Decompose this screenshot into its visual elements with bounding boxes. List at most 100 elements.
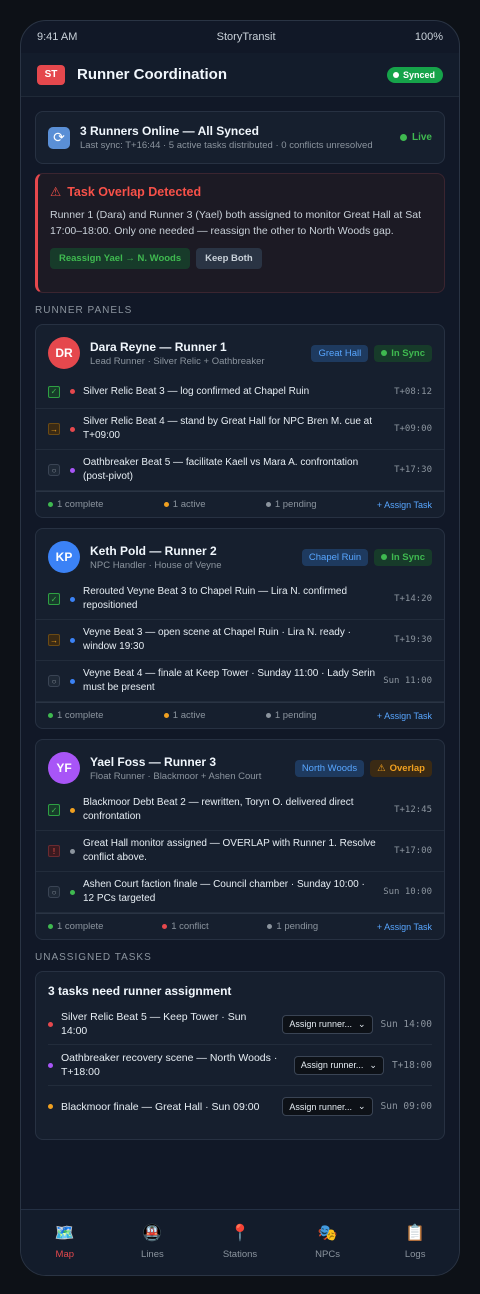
task-color-dot bbox=[48, 1104, 53, 1109]
stat-label: 1 active bbox=[172, 499, 206, 510]
task-row[interactable]: → Veyne Beat 3 — open scene at Chapel Rui… bbox=[36, 620, 444, 661]
runner-header: DR Dara Reyne — Runner 1 Lead Runner · Sil… bbox=[36, 325, 444, 375]
assign-task-link[interactable]: + Assign Task bbox=[377, 711, 432, 721]
runner-card: KP Keth Pold — Runner 2 NPC Handler · Hous… bbox=[35, 528, 445, 729]
status-carrier: StoryTransit bbox=[216, 31, 276, 43]
task-time: Sun 14:00 bbox=[380, 1018, 432, 1030]
nav-label: Logs bbox=[404, 1249, 426, 1260]
task-time: Sun 09:00 bbox=[380, 1101, 432, 1112]
pin-icon: 📍 bbox=[230, 1225, 250, 1242]
reassign-button[interactable]: Reassign Yael → N. Woods bbox=[50, 248, 191, 269]
stat-dot bbox=[163, 713, 169, 718]
task-row[interactable]: ○ Oathbreaker Beat 5 — facilitate Kaell v… bbox=[36, 450, 444, 491]
stat-dot bbox=[48, 502, 53, 507]
stat-label: 1 pending bbox=[274, 499, 317, 510]
status-badge-label: In Sync bbox=[391, 347, 425, 359]
arrow-right-icon[interactable]: → bbox=[48, 634, 60, 646]
task-time: T+17:30 bbox=[394, 465, 432, 475]
stat-label: 1 complete bbox=[57, 710, 104, 721]
location-badge[interactable]: North Woods bbox=[294, 759, 365, 777]
arrow-right-icon[interactable]: → bbox=[48, 423, 60, 435]
unassigned-heading: UNASSIGNED TASKS bbox=[35, 952, 152, 963]
task-text: Veyne Beat 4 — finale at Keep Tower · Su… bbox=[83, 668, 376, 693]
task-row[interactable]: → Silver Relic Beat 4 — stand by Great Ha… bbox=[36, 409, 444, 450]
status-badge: ⚠ Overlap bbox=[370, 759, 432, 777]
task-row[interactable]: ✓ Rerouted Veyne Beat 3 to Chapel Ruin — … bbox=[36, 579, 444, 620]
stat-c: 1 pending bbox=[267, 921, 318, 932]
assign-runner-select[interactable]: Assign runner... ⌄ bbox=[282, 1014, 373, 1034]
task-color-dot bbox=[70, 426, 75, 432]
sync-dot-icon bbox=[381, 350, 388, 356]
list-item: Blackmoor finale — Great Hall · Sun 09:0… bbox=[48, 1086, 432, 1127]
assign-runner-select[interactable]: Assign runner... ⌄ bbox=[282, 1097, 373, 1116]
task-text: Ashen Court faction finale — Council cha… bbox=[83, 879, 365, 904]
runner-role: Float Runner · Blackmoor + Ashen Court bbox=[90, 770, 262, 782]
alert-title: ⚠ Task Overlap Detected bbox=[50, 184, 432, 200]
nav-lines[interactable]: 🚇 Lines bbox=[109, 1210, 197, 1275]
warning-icon: ⚠ bbox=[50, 185, 62, 199]
checkmark-icon[interactable]: ✓ bbox=[48, 385, 60, 398]
runner-info: Yael Foss — Runner 3 Float Runner · Black… bbox=[90, 755, 295, 782]
keep-both-button[interactable]: Keep Both bbox=[196, 248, 262, 269]
nav-npcs[interactable]: 🎭 NPCs bbox=[284, 1210, 372, 1275]
status-bar: 9:41 AM StoryTransit 100% bbox=[21, 21, 459, 53]
circle-icon[interactable]: ○ bbox=[48, 675, 60, 687]
nav-stations[interactable]: 📍 Stations bbox=[196, 1210, 284, 1275]
stat-dot bbox=[162, 924, 168, 929]
map-icon: 🗺️ bbox=[54, 1225, 75, 1242]
task-text: Rerouted Veyne Beat 3 to Chapel Ruin — L… bbox=[83, 586, 348, 611]
mask-icon: 🎭 bbox=[317, 1225, 338, 1242]
stat-c: 1 pending bbox=[265, 710, 317, 721]
stat-dot bbox=[163, 502, 169, 507]
runner-header: YF Yael Foss — Runner 3 Float Runner · Bla… bbox=[36, 740, 444, 790]
runner-card: YF Yael Foss — Runner 3 Float Runner · Bla… bbox=[35, 739, 445, 940]
runner-name: Keth Pold — Runner 2 bbox=[90, 543, 217, 558]
task-row[interactable]: ○ Ashen Court faction finale — Council ch… bbox=[36, 872, 444, 913]
assign-runner-select[interactable]: Assign runner... ⌄ bbox=[293, 1055, 384, 1075]
checkmark-icon[interactable]: ✓ bbox=[48, 593, 60, 605]
assign-task-link[interactable]: + Assign Task bbox=[377, 500, 432, 510]
runner-name: Yael Foss — Runner 3 bbox=[90, 754, 217, 769]
runner-list: DR Dara Reyne — Runner 1 Lead Runner · Sil… bbox=[35, 324, 445, 940]
stat-label: 1 pending bbox=[274, 710, 317, 721]
task-row[interactable]: ! Great Hall monitor assigned — OVERLAP w… bbox=[36, 831, 444, 872]
stat-label: 1 active bbox=[172, 710, 206, 721]
unassigned-title: 3 tasks need runner assignment bbox=[48, 984, 232, 998]
task-row[interactable]: ○ Veyne Beat 4 — finale at Keep Tower · S… bbox=[36, 661, 444, 702]
exclamation-icon[interactable]: ! bbox=[48, 845, 60, 857]
stat-b: 1 conflict bbox=[162, 921, 209, 932]
status-badge: In Sync bbox=[374, 548, 432, 566]
task-row[interactable]: ✓ Silver Relic Beat 3 — log confirmed at … bbox=[36, 375, 444, 409]
stat-dot bbox=[265, 502, 271, 507]
stat-a: 1 complete bbox=[48, 710, 103, 721]
circle-icon[interactable]: ○ bbox=[48, 886, 60, 898]
task-time: T+17:00 bbox=[394, 846, 432, 856]
nav-logs[interactable]: 📋 Logs bbox=[371, 1210, 459, 1275]
runner-role: NPC Handler · House of Veyne bbox=[90, 559, 222, 571]
runner-footer: 1 complete 1 active 1 pending + Assign Task bbox=[36, 491, 444, 517]
stat-a: 1 complete bbox=[48, 499, 103, 510]
overlap-alert: ⚠ Task Overlap Detected Runner 1 (Dara) … bbox=[35, 173, 445, 293]
stat-dot bbox=[48, 924, 53, 929]
checkmark-icon[interactable]: ✓ bbox=[48, 804, 60, 816]
unassigned-task-text: Silver Relic Beat 5 — Keep Tower · Sun 1… bbox=[61, 1011, 247, 1037]
sync-title: 3 Runners Online — All Synced bbox=[80, 123, 259, 138]
task-color-dot bbox=[70, 637, 75, 643]
task-row[interactable]: ✓ Blackmoor Debt Beat 2 — rewritten, Tory… bbox=[36, 790, 444, 831]
assign-task-link[interactable]: + Assign Task bbox=[377, 922, 432, 932]
unassigned-task-text: Blackmoor finale — Great Hall · Sun 09:0… bbox=[61, 1100, 260, 1113]
nav-map[interactable]: 🗺️ Map bbox=[21, 1210, 109, 1275]
stat-dot bbox=[267, 924, 273, 929]
location-badge[interactable]: Chapel Ruin bbox=[301, 548, 369, 566]
live-dot-icon bbox=[399, 134, 407, 141]
location-badge[interactable]: Great Hall bbox=[311, 344, 369, 362]
phone-frame: 9:41 AM StoryTransit 100% ST Runner Coor… bbox=[20, 20, 460, 1276]
stat-b: 1 active bbox=[163, 710, 206, 721]
runner-card: DR Dara Reyne — Runner 1 Lead Runner · Sil… bbox=[35, 324, 445, 518]
clipboard-icon: 📋 bbox=[405, 1225, 426, 1242]
circle-icon[interactable]: ○ bbox=[48, 464, 60, 476]
unassigned-card: 3 tasks need runner assignment Silver Re… bbox=[35, 971, 445, 1140]
status-battery: 100% bbox=[414, 31, 443, 43]
synced-badge: Synced bbox=[386, 66, 443, 83]
select-label: Assign runner... bbox=[289, 1019, 352, 1029]
